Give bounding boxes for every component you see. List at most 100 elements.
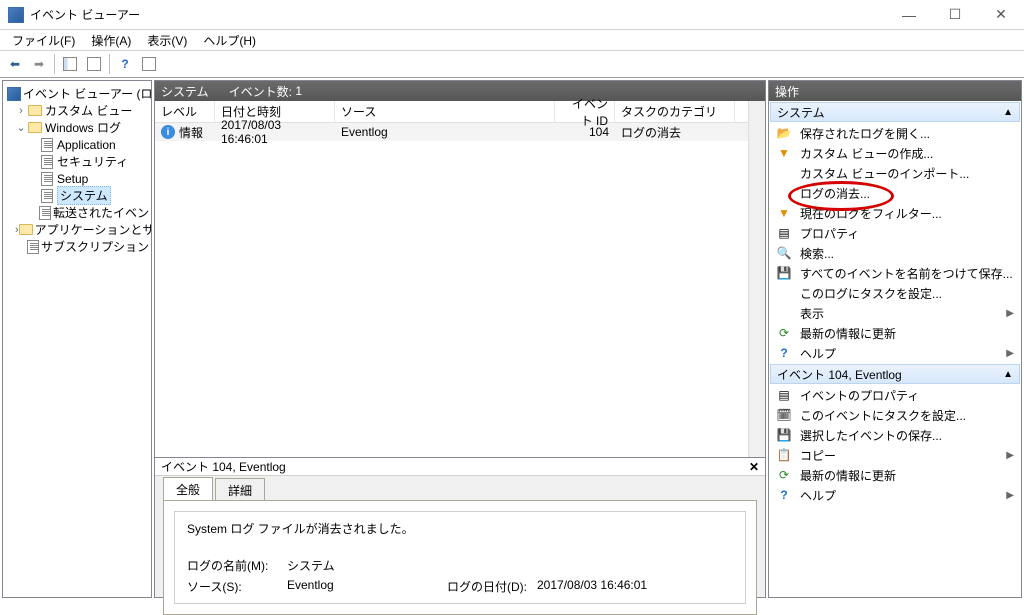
refresh-icon: ⟳: [776, 325, 792, 341]
action-find[interactable]: 🔍検索...: [770, 243, 1020, 263]
close-button[interactable]: ✕: [978, 0, 1024, 30]
log-icon: [27, 240, 39, 254]
save-icon: 💾: [776, 427, 792, 443]
col-eventid[interactable]: イベント ID: [555, 101, 615, 122]
maximize-button[interactable]: ☐: [932, 0, 978, 30]
collapse-icon[interactable]: ⌄: [15, 121, 27, 134]
source-value: Eventlog: [287, 578, 447, 595]
filter-icon: ▼: [776, 145, 792, 161]
tree-security[interactable]: セキュリティ: [5, 153, 149, 170]
menu-view[interactable]: 表示(V): [141, 30, 193, 51]
action-copy[interactable]: 📋コピー▶: [770, 445, 1020, 465]
show-tree-button[interactable]: [59, 53, 81, 75]
menu-file[interactable]: ファイル(F): [6, 30, 81, 51]
detail-title-bar: イベント 104, Eventlog ✕: [155, 458, 765, 476]
forward-button[interactable]: ➡: [28, 53, 50, 75]
filter-icon: ▼: [776, 205, 792, 221]
log-icon: [41, 172, 53, 186]
detail-tabs: 全般 詳細: [155, 476, 765, 500]
tree-application[interactable]: Application: [5, 136, 149, 153]
detail-message: System ログ ファイルが消去されました。: [187, 520, 733, 537]
action-help-event[interactable]: ?ヘルプ▶: [770, 485, 1020, 505]
blank-icon: [776, 305, 792, 321]
titlebar: イベント ビューアー — ☐ ✕: [0, 0, 1024, 30]
help-icon: ?: [776, 345, 792, 361]
properties-button[interactable]: [83, 53, 105, 75]
event-row[interactable]: i情報 2017/08/03 16:46:01 Eventlog 104 ログの…: [155, 123, 748, 141]
chevron-right-icon: ▶: [1006, 348, 1014, 359]
event-list-panel: システム イベント数: 1 レベル 日付と時刻 ソース イベント ID タスクの…: [154, 80, 766, 458]
list-header: システム イベント数: 1: [155, 81, 765, 101]
cell-level: 情報: [179, 124, 203, 141]
minimize-button[interactable]: —: [886, 0, 932, 30]
list-scrollbar[interactable]: [748, 101, 765, 457]
detail-panel: イベント 104, Eventlog ✕ 全般 詳細 System ログ ファイ…: [154, 458, 766, 598]
toolbar-extra-button[interactable]: [138, 53, 160, 75]
tab-general[interactable]: 全般: [163, 477, 213, 501]
logname-value: システム: [287, 557, 335, 574]
actions-section-system[interactable]: システム▲: [770, 102, 1020, 122]
actions-section-event[interactable]: イベント 104, Eventlog▲: [770, 364, 1020, 384]
action-attach-task[interactable]: このログにタスクを設定...: [770, 283, 1020, 303]
tree-app-service-logs[interactable]: ›アプリケーションとサービス ログ: [5, 221, 149, 238]
col-source[interactable]: ソース: [335, 101, 555, 122]
action-event-properties[interactable]: ▤イベントのプロパティ: [770, 385, 1020, 405]
tree-custom-views[interactable]: ›カスタム ビュー: [5, 102, 149, 119]
chevron-right-icon: ▶: [1006, 308, 1014, 319]
action-refresh-event[interactable]: ⟳最新の情報に更新: [770, 465, 1020, 485]
action-save-all[interactable]: 💾すべてのイベントを名前をつけて保存...: [770, 263, 1020, 283]
detail-title: イベント 104, Eventlog: [161, 458, 286, 475]
action-save-selected[interactable]: 💾選択したイベントの保存...: [770, 425, 1020, 445]
folder-icon: [28, 122, 42, 133]
blank-icon: [776, 185, 792, 201]
back-button[interactable]: ⬅: [4, 53, 26, 75]
tree-setup[interactable]: Setup: [5, 170, 149, 187]
action-attach-task-event[interactable]: 🗓このイベントにタスクを設定...: [770, 405, 1020, 425]
action-open-saved-log[interactable]: 📂保存されたログを開く...: [770, 123, 1020, 143]
actions-pane-title: 操作: [769, 81, 1021, 101]
action-filter-log[interactable]: ▼現在のログをフィルター...: [770, 203, 1020, 223]
log-icon: [41, 189, 53, 203]
chevron-right-icon: ▶: [1006, 490, 1014, 501]
logged-value: 2017/08/03 16:46:01: [537, 578, 647, 595]
tree-forwarded[interactable]: 転送されたイベント: [5, 204, 149, 221]
menu-help[interactable]: ヘルプ(H): [197, 30, 262, 51]
action-help[interactable]: ?ヘルプ▶: [770, 343, 1020, 363]
tree-subscriptions[interactable]: サブスクリプション: [5, 238, 149, 255]
log-icon: [41, 138, 53, 152]
open-icon: 📂: [776, 125, 792, 141]
col-category[interactable]: タスクのカテゴリ: [615, 101, 735, 122]
logname-label: ログの名前(M):: [187, 557, 287, 574]
expand-icon[interactable]: ›: [15, 105, 27, 117]
action-properties[interactable]: ▤プロパティ: [770, 223, 1020, 243]
eventviewer-icon: [7, 87, 21, 101]
toolbar: ⬅ ➡ ?: [0, 50, 1024, 78]
list-header-count-label: イベント数:: [229, 83, 292, 100]
tab-details[interactable]: 詳細: [215, 478, 265, 502]
copy-icon: 📋: [776, 447, 792, 463]
tree-panel: イベント ビューアー (ローカル) ›カスタム ビュー ⌄Windows ログ …: [2, 80, 152, 598]
menu-action[interactable]: 操作(A): [85, 30, 137, 51]
action-refresh[interactable]: ⟳最新の情報に更新: [770, 323, 1020, 343]
collapse-icon: ▲: [1003, 369, 1013, 380]
blank-icon: [776, 165, 792, 181]
chevron-right-icon: ▶: [1006, 450, 1014, 461]
tree-system[interactable]: システム: [5, 187, 149, 204]
save-icon: 💾: [776, 265, 792, 281]
action-create-custom-view[interactable]: ▼カスタム ビューの作成...: [770, 143, 1020, 163]
tree-root[interactable]: イベント ビューアー (ローカル): [5, 85, 149, 102]
window-title: イベント ビューアー: [30, 6, 886, 23]
menubar: ファイル(F) 操作(A) 表示(V) ヘルプ(H): [0, 30, 1024, 50]
detail-close-button[interactable]: ✕: [749, 460, 759, 474]
folder-icon: [19, 224, 33, 235]
col-level[interactable]: レベル: [155, 101, 215, 122]
folder-icon: [28, 105, 42, 116]
tree-windows-logs[interactable]: ⌄Windows ログ: [5, 119, 149, 136]
toolbar-separator: [109, 54, 110, 74]
action-import-custom-view[interactable]: カスタム ビューのインポート...: [770, 163, 1020, 183]
action-view[interactable]: 表示▶: [770, 303, 1020, 323]
action-clear-log[interactable]: ログの消去...: [770, 183, 1020, 203]
source-label: ソース(S):: [187, 578, 287, 595]
help-button[interactable]: ?: [114, 53, 136, 75]
properties-icon: ▤: [776, 387, 792, 403]
